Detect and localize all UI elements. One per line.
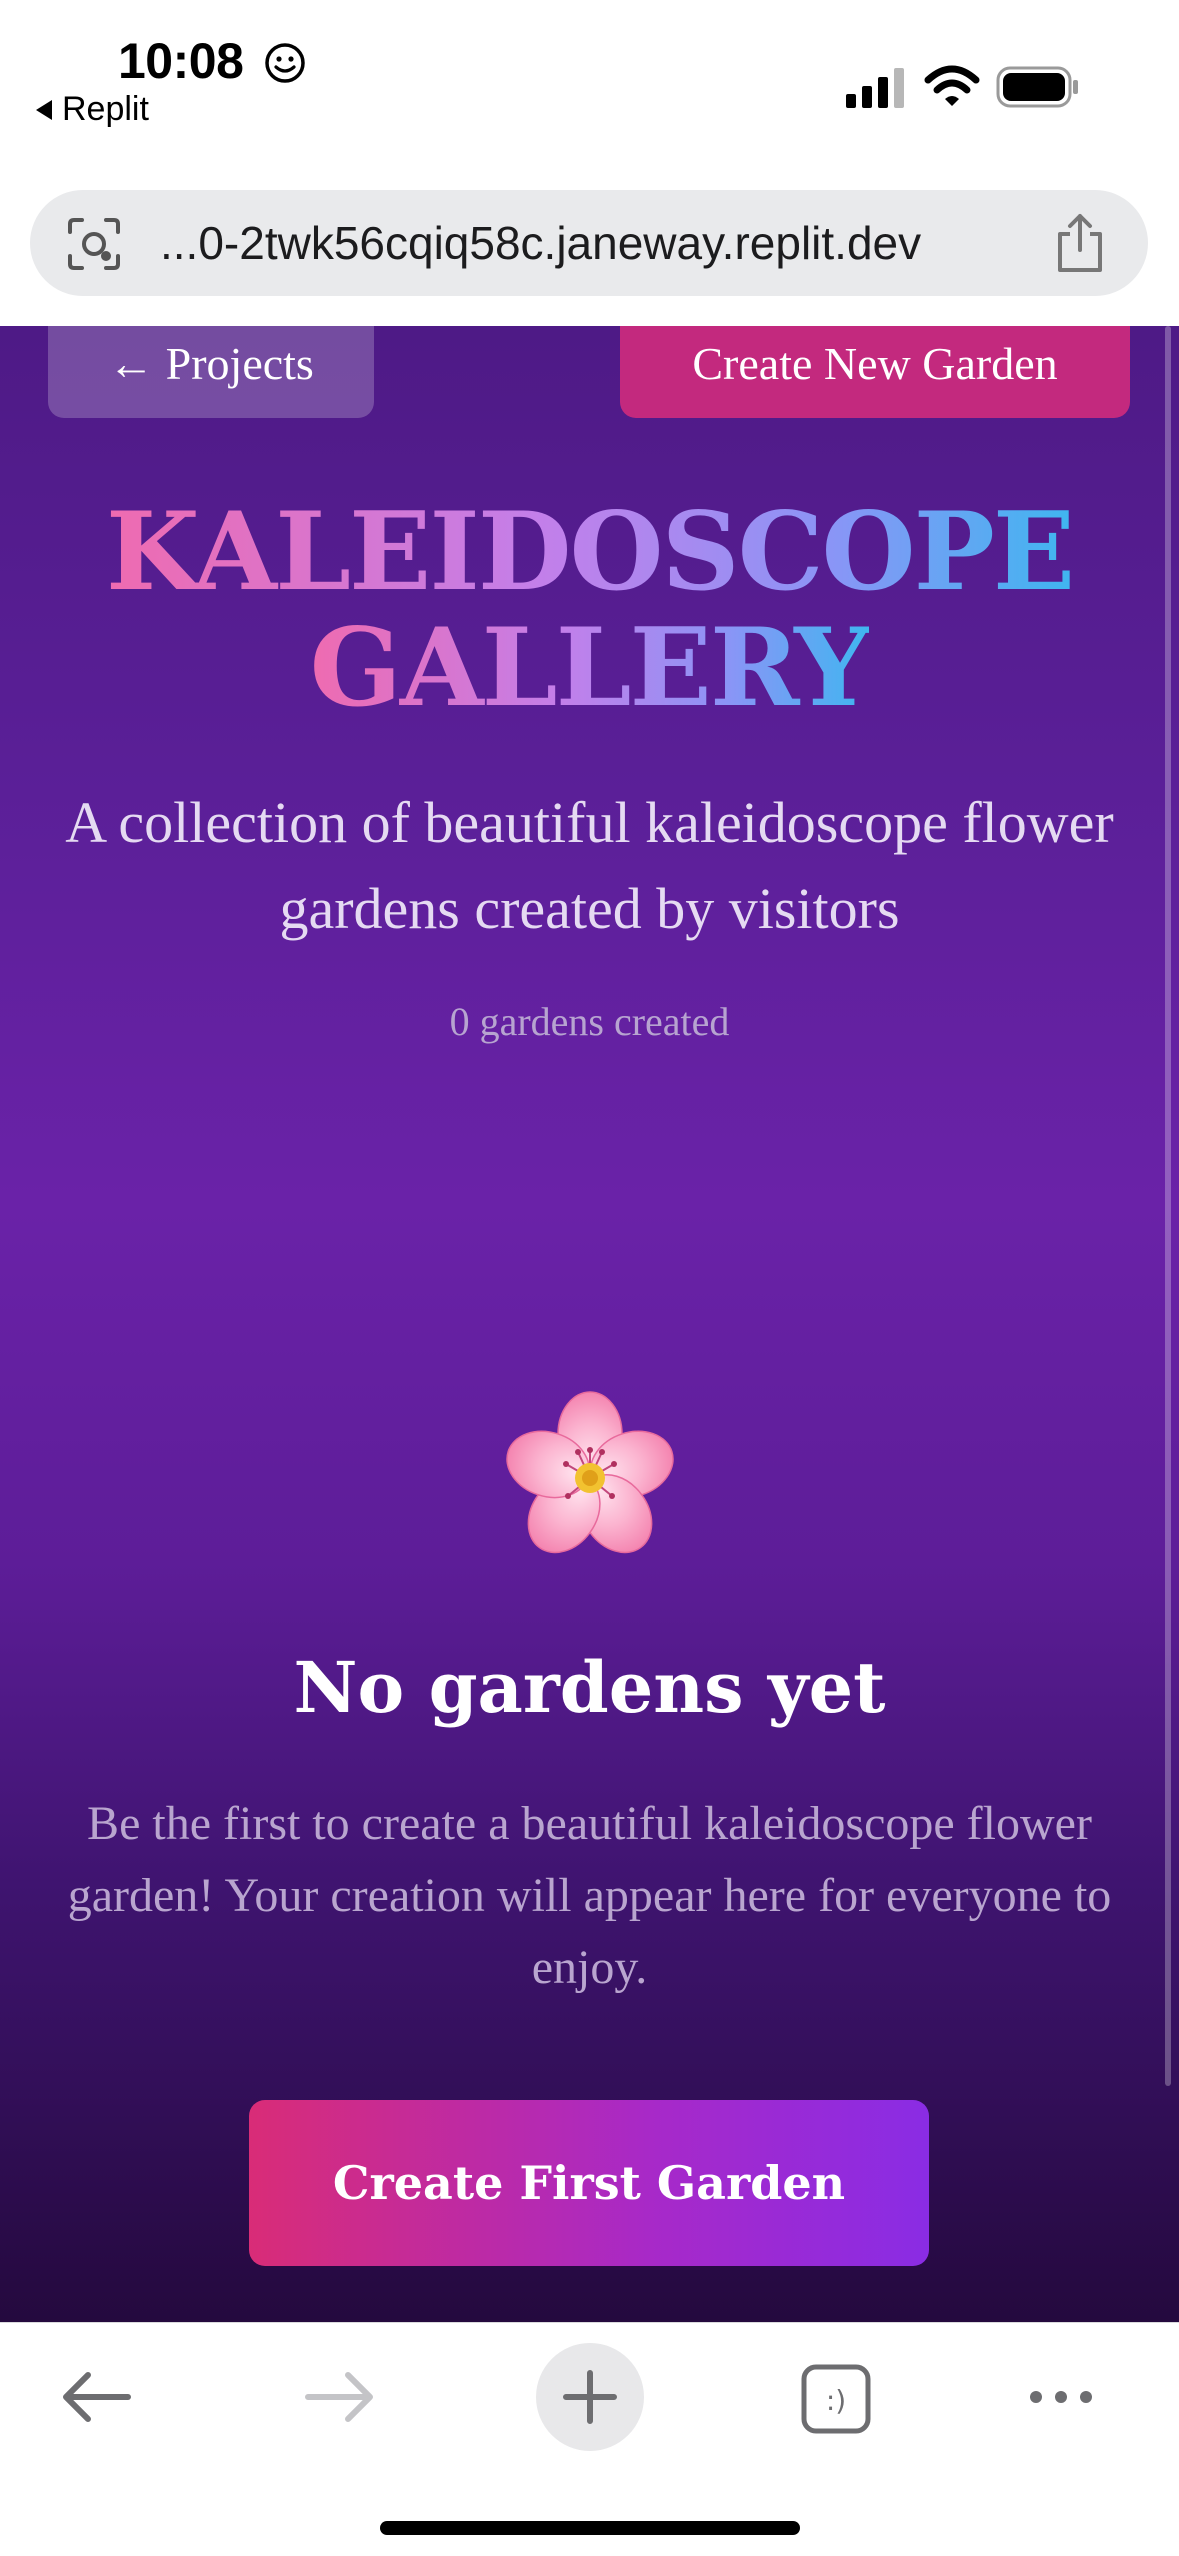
page-title-line1: KALEIDOSCOPE xyxy=(105,489,1075,615)
cherry-blossom-icon xyxy=(506,1391,674,1554)
tabs-badge: :) xyxy=(826,2384,846,2417)
back-triangle-icon xyxy=(36,99,52,120)
home-indicator xyxy=(380,2521,800,2535)
battery-icon xyxy=(996,66,1078,108)
url-text[interactable]: ...0-2twk56cqiq58c.janeway.replit.dev xyxy=(160,216,921,270)
tabs-icon[interactable]: :) xyxy=(800,2363,872,2435)
status-time: 10:08 xyxy=(118,33,244,89)
wifi-icon xyxy=(924,65,980,106)
create-new-garden-button[interactable]: Create New Garden xyxy=(620,326,1130,418)
smiley-icon xyxy=(265,43,305,83)
back-to-app-link[interactable]: Replit xyxy=(36,90,149,129)
browser-toolbar: :) xyxy=(0,2322,1179,2556)
share-icon[interactable] xyxy=(1052,212,1108,274)
page-title: KALEIDOSCOPE GALLERY xyxy=(0,494,1179,726)
cellular-signal-icon xyxy=(846,68,904,108)
empty-state-title: No gardens yet xyxy=(293,1646,886,1729)
page-info-icon[interactable] xyxy=(66,216,122,272)
back-app-label: Replit xyxy=(62,90,149,128)
page-title-line2: GALLERY xyxy=(309,605,872,731)
more-icon[interactable] xyxy=(1026,2383,1096,2411)
page-subtitle: A collection of beautiful kaleidoscope f… xyxy=(65,790,1114,941)
browser-address-area: ...0-2twk56cqiq58c.janeway.replit.dev xyxy=(0,150,1179,326)
new-tab-plus-icon xyxy=(563,2370,617,2424)
empty-state-description: Be the first to create a beautiful kalei… xyxy=(67,1797,1112,1994)
forward-arrow-icon[interactable] xyxy=(302,2367,378,2427)
new-tab-button[interactable] xyxy=(536,2343,644,2451)
create-first-garden-button[interactable]: Create First Garden xyxy=(249,2100,929,2266)
projects-back-button[interactable]: ← Projects xyxy=(48,326,374,418)
back-arrow-icon[interactable] xyxy=(58,2367,134,2427)
garden-count: 0 gardens created xyxy=(449,999,730,1044)
address-bar[interactable]: ...0-2twk56cqiq58c.janeway.replit.dev xyxy=(30,190,1148,296)
gallery-page: ← Projects Create New Garden KALEIDOSCOP… xyxy=(0,326,1179,2322)
status-bar: 10:08 Replit xyxy=(0,0,1179,150)
